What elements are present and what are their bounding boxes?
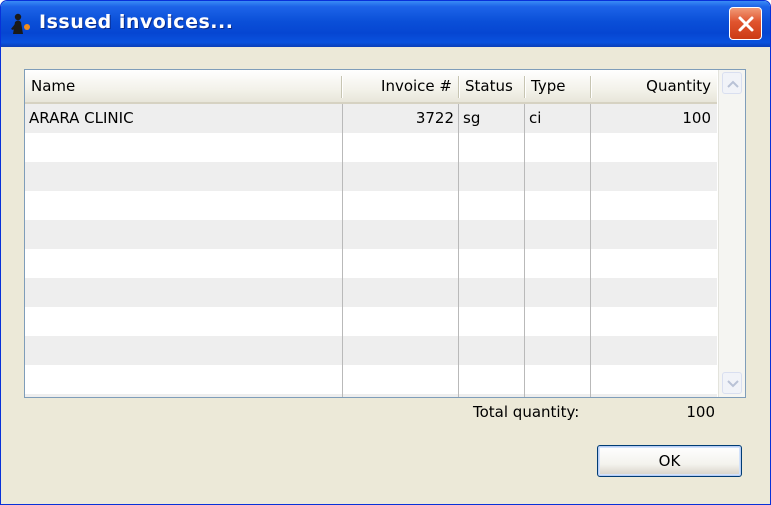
column-header-type[interactable]: Type	[525, 70, 591, 102]
column-header-status[interactable]: Status	[459, 70, 525, 102]
column-divider	[590, 104, 591, 397]
ok-button[interactable]: OK	[597, 445, 742, 477]
scroll-down-button[interactable]	[722, 372, 742, 394]
close-button[interactable]	[729, 7, 762, 40]
cell-name: ARARA CLINIC	[29, 109, 134, 127]
chevron-up-icon	[727, 80, 739, 88]
column-header-name[interactable]: Name	[25, 70, 341, 102]
scroll-up-button[interactable]	[722, 72, 742, 94]
title-bar[interactable]: Issued invoices...	[1, 1, 770, 47]
cell-quantity: 100	[682, 109, 711, 127]
app-icon	[9, 12, 33, 36]
total-quantity-label: Total quantity:	[473, 403, 580, 421]
chevron-down-icon	[727, 380, 739, 388]
vertical-scrollbar[interactable]	[718, 70, 745, 397]
cell-invoice: 3722	[415, 109, 454, 127]
column-divider	[458, 104, 459, 397]
cell-type: ci	[529, 109, 542, 127]
close-icon	[738, 16, 754, 32]
invoices-list[interactable]: Name Invoice # Status Type Quantity ARAR…	[24, 69, 746, 398]
column-header-invoice[interactable]: Invoice #	[342, 70, 458, 102]
column-divider	[524, 104, 525, 397]
column-divider	[342, 104, 343, 397]
issued-invoices-dialog: Issued invoices... Name Invoice # Status…	[0, 0, 771, 505]
list-header: Name Invoice # Status Type Quantity	[25, 70, 717, 104]
total-quantity-value: 100	[686, 403, 715, 421]
list-rows	[25, 104, 717, 397]
window-title: Issued invoices...	[39, 11, 234, 33]
cell-status: sg	[463, 109, 481, 127]
column-header-quantity[interactable]: Quantity	[591, 70, 717, 102]
